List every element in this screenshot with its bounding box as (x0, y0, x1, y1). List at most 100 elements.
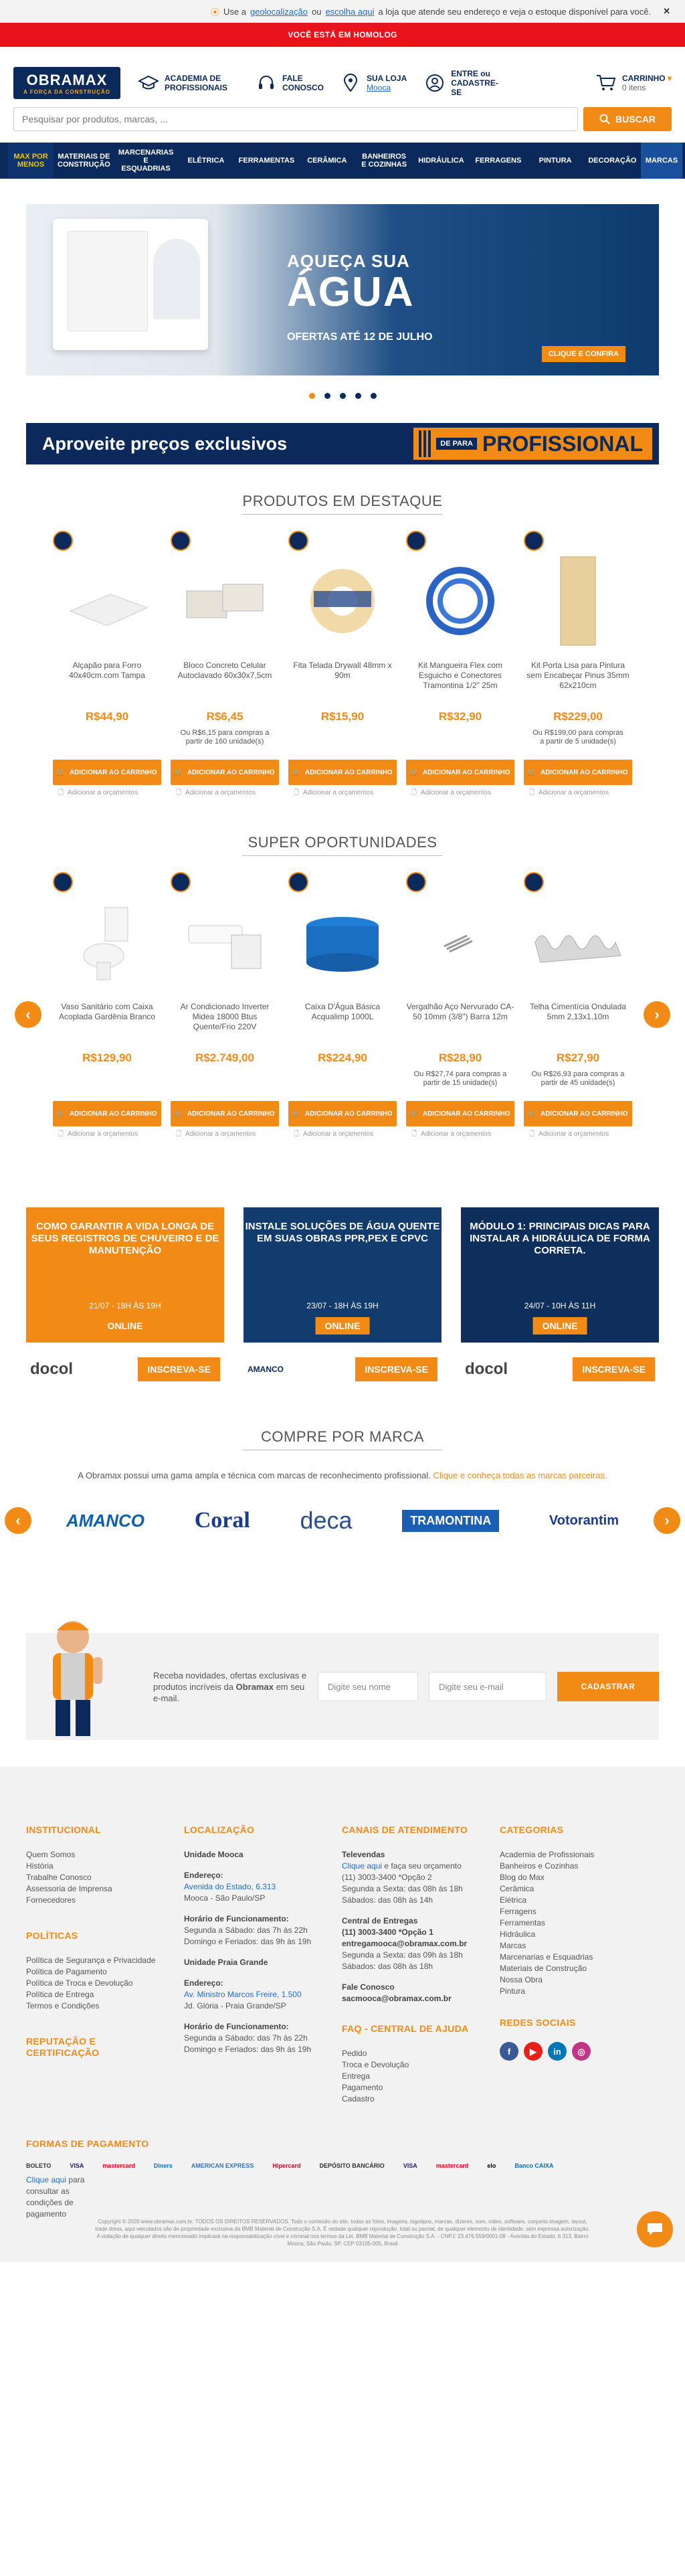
academia-link[interactable]: ACADEMIA DE PROFISSIONAIS (138, 72, 238, 94)
carousel-dot[interactable] (308, 393, 315, 399)
mooca-address-link[interactable]: Avenida do Estado, 6.313 (184, 1882, 276, 1891)
nav-banheiros[interactable]: BANHEIROS E COZINHAS (355, 143, 412, 179)
product-image[interactable] (57, 551, 157, 651)
product-name[interactable]: Telha Cimentícia Ondulada 5mm 2,13x1,10m (524, 1002, 632, 1043)
add-to-cart-button[interactable]: 🛒 ADICIONAR AO CARRINHO (53, 760, 161, 785)
inscreva-se-button[interactable]: INSCREVA-SE (138, 1357, 220, 1381)
sua-loja-selector[interactable]: SUA LOJA Mooca (340, 72, 407, 94)
linkedin-icon[interactable]: in (548, 2042, 567, 2061)
product-name[interactable]: Vergalhão Aço Nervurado CA-50 10mm (3/8"… (406, 1002, 514, 1043)
add-to-cart-button[interactable]: 🛒 ADICIONAR AO CARRINHO (288, 1101, 397, 1126)
facebook-icon[interactable]: f (500, 2042, 518, 2061)
product-image[interactable] (292, 892, 393, 993)
product-name[interactable]: Fita Telada Drywall 48mm x 90m (288, 661, 397, 702)
footer-link[interactable]: Ferramentas (500, 1917, 658, 1929)
nav-marcenarias[interactable]: MARCENARIAS E ESQUADRIAS (114, 143, 178, 179)
course-banner[interactable]: MÓDULO 1: PRINCIPAIS DICAS PARA INSTALAR… (461, 1207, 659, 1343)
search-button[interactable]: BUSCAR (583, 107, 672, 131)
footer-link[interactable]: Troca e Devolução (342, 2059, 500, 2071)
pagamento-link[interactable]: Clique aqui (26, 2175, 66, 2184)
brand-amanco[interactable]: AMANCO (66, 1511, 144, 1531)
footer-link[interactable]: Nossa Obra (500, 1974, 658, 1986)
product-image[interactable] (57, 892, 157, 993)
hero-banner[interactable]: AQUEÇA SUA ÁGUA OFERTAS ATÉ 12 DE JULHO … (26, 204, 659, 375)
search-input[interactable]: Pesquisar por produtos, marcas, ... (13, 107, 578, 131)
add-to-cart-button[interactable]: 🛒 ADICIONAR AO CARRINHO (406, 1101, 514, 1126)
add-to-quote-button[interactable]: 🗋 Adicionar a orçamentos (53, 1130, 161, 1138)
brand-coral[interactable]: Coral (195, 1508, 250, 1533)
fale-conosco-email[interactable]: sacmooca@obramax.com.br (342, 1993, 500, 2004)
footer-link[interactable]: Política de Entrega (26, 1989, 184, 2000)
add-to-cart-button[interactable]: 🛒 ADICIONAR AO CARRINHO (171, 760, 279, 785)
add-to-quote-button[interactable]: 🗋 Adicionar a orçamentos (406, 789, 514, 796)
chat-button[interactable] (637, 2211, 673, 2247)
add-to-quote-button[interactable]: 🗋 Adicionar a orçamentos (53, 789, 161, 796)
footer-link[interactable]: Pintura (500, 1986, 658, 1997)
footer-link[interactable]: Marcenarias e Esquadrias (500, 1952, 658, 1963)
footer-link[interactable]: História (26, 1861, 184, 1872)
product-name[interactable]: Bloco Concreto Celular Autoclavado 60x30… (171, 661, 279, 702)
carousel-dot[interactable] (355, 393, 361, 399)
nav-max-por-menos[interactable]: MAX POR MENOS (8, 143, 54, 179)
nav-marcas[interactable]: MARCAS (641, 143, 683, 179)
cart-button[interactable]: CARRINHO ▾ 0 itens (595, 72, 672, 94)
brand-votorantim[interactable]: Votorantim (549, 1513, 619, 1529)
product-image[interactable] (175, 551, 275, 651)
login-link[interactable]: ENTRE ou CADASTRE-SE (424, 69, 507, 97)
footer-link[interactable]: Pagamento (342, 2082, 500, 2093)
chevron-left-icon[interactable]: ‹ (15, 1001, 41, 1028)
marcas-link[interactable]: Clique e conheça todas as marcas parceir… (433, 1470, 607, 1480)
footer-link[interactable]: Política de Segurança e Privacidade (26, 1955, 184, 1966)
youtube-icon[interactable]: ▶ (524, 2042, 543, 2061)
chevron-right-icon[interactable]: › (654, 1507, 680, 1534)
close-icon[interactable]: ✕ (663, 6, 670, 17)
obramax-logo[interactable]: OBRAMAX A FORÇA DA CONSTRUÇÃO (13, 67, 120, 99)
choose-store-link[interactable]: escolha aqui (325, 7, 374, 17)
footer-link[interactable]: Termos e Condições (26, 2000, 184, 2012)
add-to-quote-button[interactable]: 🗋 Adicionar a orçamentos (524, 1130, 632, 1138)
footer-link[interactable]: Blog do Max (500, 1872, 658, 1883)
footer-link[interactable]: Entrega (342, 2071, 500, 2082)
footer-link[interactable]: Cadastro (342, 2093, 500, 2105)
footer-link[interactable]: Ferragens (500, 1906, 658, 1917)
footer-link[interactable]: Academia de Profissionais (500, 1849, 658, 1861)
add-to-cart-button[interactable]: 🛒 ADICIONAR AO CARRINHO (288, 760, 397, 785)
course-banner[interactable]: INSTALE SOLUÇÕES DE ÁGUA QUENTE EM SUAS … (243, 1207, 442, 1343)
footer-link[interactable]: Cerâmica (500, 1883, 658, 1895)
chevron-left-icon[interactable]: ‹ (5, 1507, 31, 1534)
add-to-cart-button[interactable]: 🛒 ADICIONAR AO CARRINHO (524, 1101, 632, 1126)
product-image[interactable] (410, 892, 510, 993)
fale-conosco-link[interactable]: FALE CONOSCO (256, 72, 324, 94)
geolocation-link[interactable]: geolocalização (250, 7, 308, 17)
add-to-quote-button[interactable]: 🗋 Adicionar a orçamentos (171, 789, 279, 796)
product-name[interactable]: Caixa D'Água Básica Acqualimp 1000L (288, 1002, 397, 1043)
add-to-cart-button[interactable]: 🛒 ADICIONAR AO CARRINHO (171, 1101, 279, 1126)
footer-link[interactable]: Política de Troca e Devolução (26, 1978, 184, 1989)
brand-deca[interactable]: deca (300, 1507, 352, 1535)
carousel-dot[interactable] (339, 393, 346, 399)
footer-link[interactable]: Materiais de Construção (500, 1963, 658, 1974)
footer-link[interactable]: Trabalhe Conosco (26, 1872, 184, 1883)
inscreva-se-button[interactable]: INSCREVA-SE (573, 1357, 655, 1381)
product-name[interactable]: Alçapão para Forro 40x40cm.com Tampa (53, 661, 161, 702)
footer-link[interactable]: Política de Pagamento (26, 1966, 184, 1978)
inscreva-se-button[interactable]: INSCREVA-SE (355, 1357, 437, 1381)
product-name[interactable]: Kit Mangueira Flex com Esguicho e Conect… (406, 661, 514, 702)
footer-link[interactable]: Banheiros e Cozinhas (500, 1861, 658, 1872)
product-image[interactable] (410, 551, 510, 651)
product-image[interactable] (175, 892, 275, 993)
praia-address-link[interactable]: Av. Ministro Marcos Freire, 1.500 (184, 1990, 302, 1999)
add-to-cart-button[interactable]: 🛒 ADICIONAR AO CARRINHO (53, 1101, 161, 1126)
course-banner[interactable]: COMO GARANTIR A VIDA LONGA DE SEUS REGIS… (26, 1207, 224, 1343)
nav-ceramica[interactable]: CERÂMICA (298, 143, 355, 179)
entregas-email[interactable]: entregamooca@obramax.com.br (342, 1938, 500, 1950)
instagram-icon[interactable]: ◎ (572, 2042, 591, 2061)
product-image[interactable] (528, 551, 628, 651)
add-to-quote-button[interactable]: 🗋 Adicionar a orçamentos (406, 1130, 514, 1138)
footer-link[interactable]: Hidráulica (500, 1929, 658, 1940)
banner-cta-button[interactable]: CLIQUE E CONFIRA (541, 346, 625, 362)
product-image[interactable] (528, 892, 628, 993)
chevron-right-icon[interactable]: › (644, 1001, 670, 1028)
footer-link[interactable]: Elétrica (500, 1895, 658, 1906)
newsletter-submit-button[interactable]: CADASTRAR (557, 1672, 659, 1701)
